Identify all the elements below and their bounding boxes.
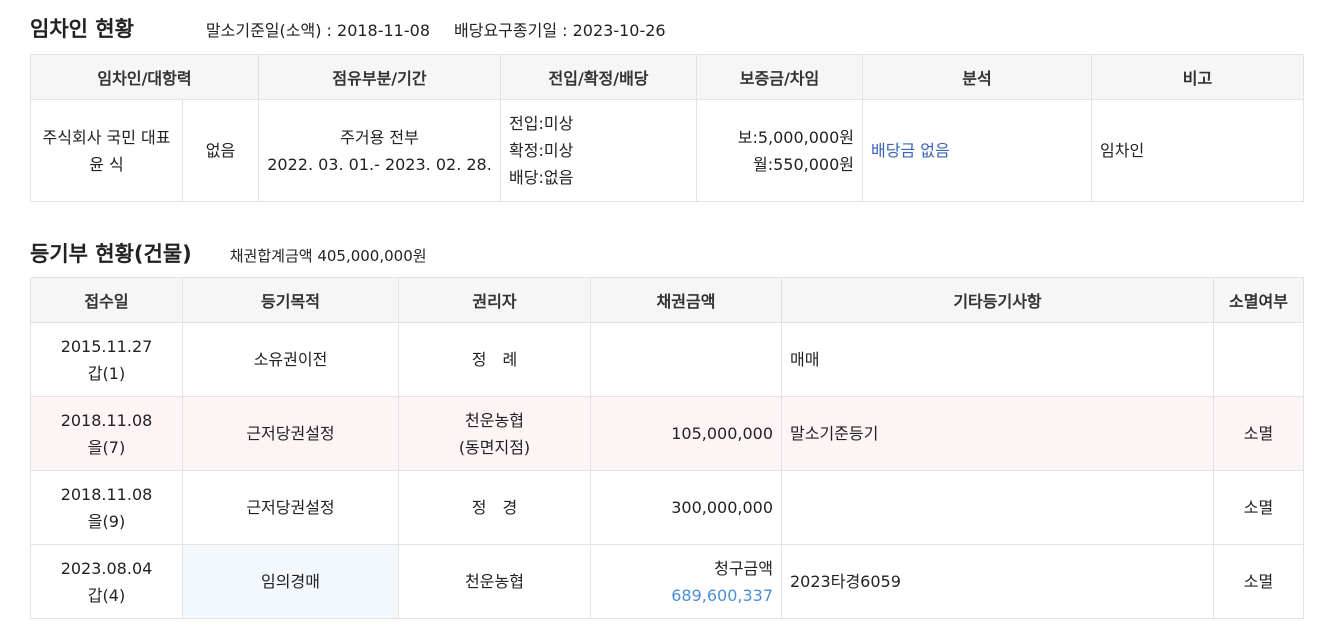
deposit: 보:5,000,000원 [737,127,855,147]
col-header-move-in: 전입/확정/배당 [500,54,698,100]
extinct: 소멸 [1213,544,1304,619]
registry-section-title: 등기부 현황(건물) [30,242,192,266]
dividend-deadline: 배당요구종기일 : 2023-10-26 [454,21,666,40]
table-row: 2018.11.08 을(9) 근저당권설정 정 경 300,000,000 소… [30,470,1304,545]
rent: 월:550,000원 [753,154,855,174]
extinct: 소멸 [1213,470,1304,545]
col-header-tenant: 임차인/대항력 [29,54,260,100]
receipt-date: 2018.11.08 [60,410,153,430]
holder-cell: 천운농협 (동면지점) [398,396,591,471]
registry-table-header: 접수일 등기목적 권리자 채권금액 기타등기사항 소멸여부 [30,277,1304,323]
date-cell: 2018.11.08 을(9) [30,470,183,545]
rank: 갑(4) [87,585,126,605]
amount [590,322,782,397]
move-in: 전입:미상 [509,114,574,133]
tenant-table: 임차인/대항력 점유부분/기간 전입/확정/배당 보증금/차임 분석 비고 주식… [29,54,1305,202]
col-header-holder: 권리자 [398,277,591,323]
holder: 천운농협 [398,544,591,619]
deposit-cell: 보:5,000,000원 월:550,000원 [696,99,864,202]
opposing-power: 없음 [181,99,260,202]
rank: 을(7) [87,437,126,457]
tenant-section-header: 임차인 현황 말소기준일(소액) : 2018-11-08 배당요구종기일 : … [30,13,666,43]
receipt-date: 2015.11.27 [60,336,153,356]
rank: 을(9) [87,511,126,531]
malso-date: 말소기준일(소액) : 2018-11-08 [205,21,430,40]
holder-branch: (동면지점) [458,437,531,457]
claim-amount: 689,600,337 [671,585,773,605]
date-cell: 2023.08.04 갑(4) [30,544,183,619]
registry-section-header: 등기부 현황(건물) 채권합계금액 405,000,000원 [30,238,427,268]
purpose: 소유권이전 [182,322,399,397]
receipt-date: 2018.11.08 [60,484,153,504]
col-header-deposit: 보증금/차임 [696,54,864,100]
tenant-section-title: 임차인 현황 [30,17,134,41]
etc: 말소기준등기 [781,396,1214,471]
col-header-occupancy: 점유부분/기간 [258,54,502,100]
etc: 매매 [781,322,1214,397]
holder: 천운농협 [465,410,524,430]
col-header-date: 접수일 [30,277,183,323]
confirm: 확정:미상 [509,141,574,160]
date-cell: 2018.11.08 을(7) [30,396,183,471]
date-cell: 2015.11.27 갑(1) [30,322,183,397]
purpose: 근저당권설정 [182,470,399,545]
note: 임차인 [1091,99,1305,202]
extinct: 소멸 [1213,396,1304,471]
purpose: 근저당권설정 [182,396,399,471]
amount-cell: 청구금액 689,600,337 [590,544,782,619]
purpose: 임의경매 [182,544,399,619]
col-header-extinct: 소멸여부 [1213,277,1304,323]
occupancy-part: 주거용 전부 [340,127,419,147]
table-row: 2023.08.04 갑(4) 임의경매 천운농협 청구금액 689,600,3… [30,544,1304,619]
amount-label: 청구금액 [714,558,773,578]
analysis: 배당금 없음 [862,99,1093,202]
extinct [1213,322,1304,397]
holder: 정 경 [398,470,591,545]
total-claim: 채권합계금액 405,000,000원 [229,247,427,265]
rank: 갑(1) [87,363,126,383]
tenant-row: 주식회사 국민 대표 윤 식 없음 주거용 전부 2022. 03. 01.- … [30,99,1305,202]
table-row: 2018.11.08 을(7) 근저당권설정 천운농협 (동면지점) 105,0… [30,396,1304,471]
etc: 2023타경6059 [781,544,1214,619]
occupancy-period: 2022. 03. 01.- 2023. 02. 28. [267,154,492,174]
amount: 300,000,000 [590,470,782,545]
etc [781,470,1214,545]
receipt-date: 2023.08.04 [60,558,153,578]
dividend: 배당:없음 [509,168,574,187]
move-in-cell: 전입:미상 확정:미상 배당:없음 [500,99,698,202]
col-header-analysis: 분석 [862,54,1093,100]
col-header-note: 비고 [1091,54,1305,100]
registry-table: 접수일 등기목적 권리자 채권금액 기타등기사항 소멸여부 2015.11.27… [30,277,1304,619]
amount: 105,000,000 [590,396,782,471]
col-header-etc: 기타등기사항 [781,277,1214,323]
occupancy-cell: 주거용 전부 2022. 03. 01.- 2023. 02. 28. [258,99,502,202]
tenant-name: 주식회사 국민 대표 윤 식 [30,99,183,202]
holder: 정 례 [398,322,591,397]
tenant-table-header: 임차인/대항력 점유부분/기간 전입/확정/배당 보증금/차임 분석 비고 [29,54,1305,100]
table-row: 2015.11.27 갑(1) 소유권이전 정 례 매매 [30,322,1304,397]
col-header-amount: 채권금액 [590,277,782,323]
col-header-purpose: 등기목적 [182,277,399,323]
